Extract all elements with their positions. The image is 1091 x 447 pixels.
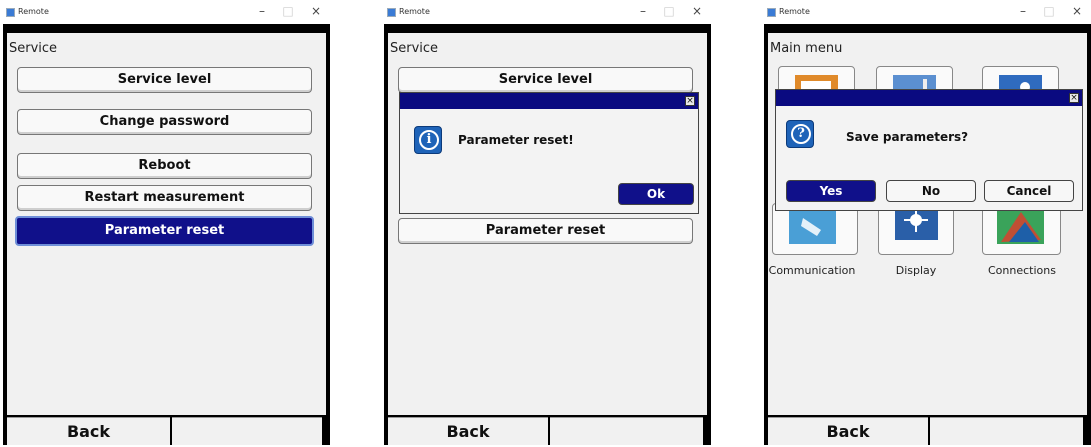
screen-title: Main menu (770, 41, 843, 56)
window-title: Remote (779, 7, 810, 16)
title-bar: Remote – □ × (3, 2, 330, 24)
app-icon (387, 8, 396, 17)
close-button[interactable]: × (1067, 4, 1087, 18)
remote-window-2: Remote – □ × Service Service level Param… (384, 2, 711, 445)
parameter-reset-dialog: × i Parameter reset! Ok (399, 92, 699, 214)
ok-button[interactable]: Ok (618, 183, 694, 205)
bottom-right-button[interactable] (172, 417, 322, 445)
window-title: Remote (399, 7, 430, 16)
minimize-button[interactable]: – (633, 4, 653, 18)
dialog-message: Save parameters? (846, 130, 969, 144)
device-screen: Service Service level Change password Re… (7, 33, 326, 415)
yes-button[interactable]: Yes (786, 180, 876, 202)
info-icon: i (414, 126, 442, 154)
bottom-right-button[interactable] (550, 417, 703, 445)
dialog-header: × (400, 93, 698, 109)
remote-window-3: Remote – □ × Main menu Communication Dis… (764, 2, 1091, 445)
save-parameters-dialog: × ? Save parameters? Yes No Cancel (775, 89, 1083, 211)
restart-measurement-button[interactable]: Restart measurement (17, 185, 312, 211)
dialog-close-icon[interactable]: × (685, 96, 695, 106)
maximize-button[interactable]: □ (659, 4, 679, 18)
app-icon (6, 8, 15, 17)
cancel-button[interactable]: Cancel (984, 180, 1074, 202)
no-button[interactable]: No (886, 180, 976, 202)
minimize-button[interactable]: – (1013, 4, 1033, 18)
bottom-right-button[interactable] (930, 417, 1083, 445)
bottom-bar: Back (3, 415, 330, 445)
parameter-reset-button[interactable]: Parameter reset (15, 216, 314, 246)
dialog-header: × (776, 90, 1082, 106)
app-icon (767, 8, 776, 17)
info-glyph: i (419, 130, 439, 150)
back-button[interactable]: Back (388, 417, 548, 445)
maximize-button[interactable]: □ (1039, 4, 1059, 18)
close-button[interactable]: × (687, 4, 707, 18)
service-level-button[interactable]: Service level (17, 67, 312, 93)
back-button[interactable]: Back (768, 417, 928, 445)
minimize-button[interactable]: – (252, 4, 272, 18)
question-icon: ? (786, 120, 814, 148)
dialog-close-icon[interactable]: × (1069, 93, 1079, 103)
close-button[interactable]: × (306, 4, 326, 18)
connections-label: Connections (988, 264, 1056, 277)
maximize-button[interactable]: □ (278, 4, 298, 18)
reboot-button[interactable]: Reboot (17, 153, 312, 179)
change-password-button[interactable]: Change password (17, 109, 312, 135)
window-title: Remote (18, 7, 49, 16)
device-screen: Service Service level Parameter reset (388, 33, 707, 415)
dialog-message: Parameter reset! (458, 133, 574, 147)
bottom-bar: Back (764, 415, 1091, 445)
bottom-bar: Back (384, 415, 711, 445)
communication-label: Communication (768, 264, 856, 277)
screen-title: Service (9, 41, 58, 56)
title-bar: Remote – □ × (384, 2, 711, 24)
parameter-reset-button[interactable]: Parameter reset (398, 218, 693, 244)
screen-title: Service (390, 41, 439, 56)
question-glyph: ? (791, 124, 811, 144)
title-bar: Remote – □ × (764, 2, 1091, 24)
back-button[interactable]: Back (7, 417, 170, 445)
service-level-button[interactable]: Service level (398, 67, 693, 93)
display-label: Display (895, 264, 937, 277)
remote-window-1: Remote – □ × Service Service level Chang… (3, 2, 330, 445)
